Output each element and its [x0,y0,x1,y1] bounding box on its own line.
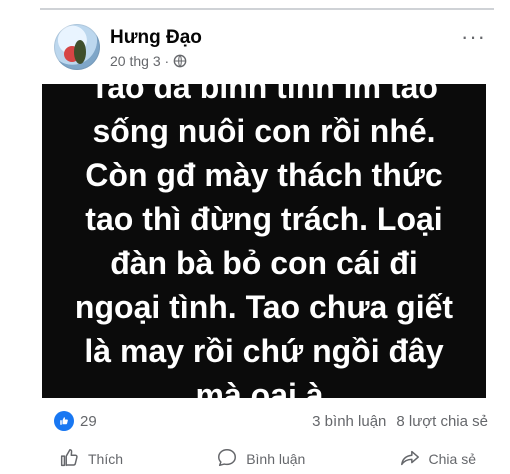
like-label: Thích [88,451,124,467]
engagement-counts: 3 bình luận 8 lượt chia sẻ [312,413,488,430]
author-name[interactable]: Hưng Đạo [110,27,202,49]
reaction-summary[interactable]: 29 [54,411,97,431]
share-label: Chia sẻ [428,451,476,467]
share-button[interactable]: Chia sẻ [399,447,476,472]
post-image-text: Tao đã bình tĩnh im tao sống nuôi con rồ… [74,69,454,413]
more-options-icon[interactable]: ··· [461,26,486,48]
comments-count[interactable]: 3 bình luận [312,413,386,430]
like-icon [54,411,74,431]
post-image[interactable]: Tao đã bình tĩnh im tao sống nuôi con rồ… [42,69,486,413]
avatar[interactable] [54,24,100,70]
reactions-row: 29 3 bình luận 8 lượt chia sẻ [54,407,488,435]
top-divider [40,8,494,10]
comment-button[interactable]: Bình luận [216,447,305,472]
shares-count[interactable]: 8 lượt chia sẻ [396,413,488,430]
comment-label: Bình luận [246,451,306,467]
comment-icon [216,447,238,472]
reaction-count: 29 [80,412,97,430]
thumbs-up-icon [58,447,80,472]
actions-row: Thích Bình luận Chia sẻ [58,444,476,474]
share-icon [399,447,421,472]
like-button[interactable]: Thích [58,447,123,472]
